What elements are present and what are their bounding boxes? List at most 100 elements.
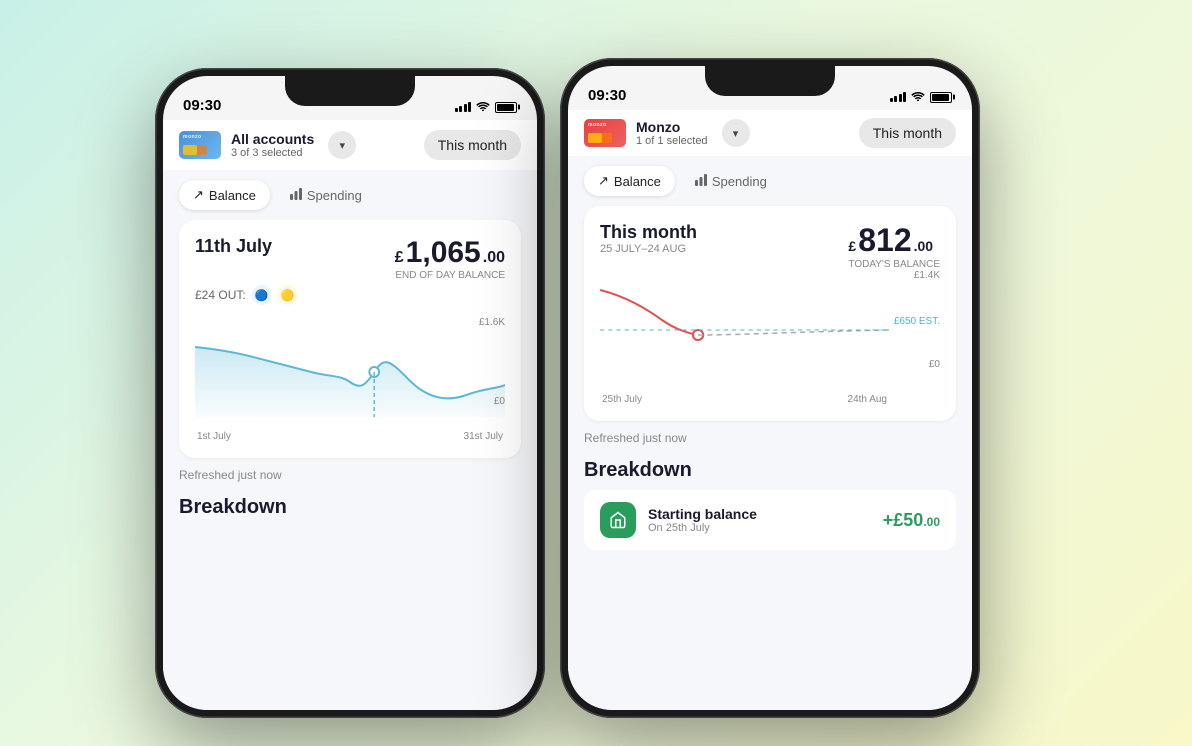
chart-card-front: This month 25 JULY–24 AUG £ 812 .00 TODA… [584,206,956,421]
chart-date-back: 11th July [195,236,272,257]
chart-date-text-back: 11th July [195,236,272,257]
bar4f [903,92,906,102]
bar3f [899,94,902,102]
bar1 [455,108,458,112]
tab-balance-front[interactable]: ↗ Balance [584,166,675,196]
breakdown-item-front[interactable]: Starting balance On 25th July +£50.00 [584,490,956,550]
breakdown-date-front: On 25th July [648,522,871,534]
chart-sub-text-back: £24 OUT: [195,288,246,302]
x-label-right-back: 31st July [464,431,503,442]
amount-dec-back: .00 [483,249,505,267]
account-left-front: Monzo 1 of 1 selected ▾ [584,119,750,147]
chart-amount-back: £ 1,065 .00 [395,236,505,270]
x-label-left-back: 1st July [197,431,231,442]
account-sub-back: 3 of 3 selected [231,147,314,159]
x-label-right-front: 24th Aug [848,394,887,405]
refresh-text-front: Refreshed just now [568,421,972,449]
chart-x-labels-back: 1st July 31st July [195,431,505,442]
breakdown-name-front: Starting balance [648,506,871,522]
emoji1-back: 🔵 [252,285,272,305]
x-label-left-front: 25th July [602,394,642,405]
phone-front-screen: 09:30 [568,66,972,710]
spending-icon-back [290,188,302,203]
chart-svg-wrap-front: £1.4K £650 EST. £0 [600,270,940,390]
account-info-front: Monzo 1 of 1 selected [636,119,708,147]
screen-content-front: Monzo 1 of 1 selected ▾ This month ↗ Bal… [568,110,972,710]
breakdown-title-back: Breakdown [163,486,537,519]
currency-back: £ [395,249,404,267]
bar4 [468,102,471,112]
time-filter-front[interactable]: This month [859,118,956,148]
status-time-front: 09:30 [588,87,626,104]
battery-back [495,102,517,113]
y-label-mid-front: £650 EST. [890,316,940,328]
spending-icon-front [695,174,707,189]
card-thumbnail-front [584,119,626,147]
chart-svg-back [195,317,505,417]
amount-main-back: 1,065 [406,236,481,270]
time-filter-back[interactable]: This month [424,130,521,160]
chart-x-labels-front: 25th July 24th Aug [600,394,889,405]
account-left-back: All accounts 3 of 3 selected ▾ [179,131,356,159]
status-icons-back [455,100,518,114]
tab-balance-label-front: Balance [614,174,661,189]
chevron-btn-front[interactable]: ▾ [722,119,750,147]
breakdown-icon-front [600,502,636,538]
screen-content-back: All accounts 3 of 3 selected ▾ This mont… [163,120,537,710]
battery-fill-back [497,104,514,111]
date-range-front: 25 JULY–24 AUG [600,243,697,255]
breakdown-amount-wrap-front: +£50.00 [883,510,940,531]
breakdown-main: 50 [903,510,923,530]
chart-title-col-front: This month 25 JULY–24 AUG [600,222,697,263]
amount-dec-front: .00 [914,238,933,254]
status-time-back: 09:30 [183,97,221,114]
y-label-bottom-back: £0 [494,396,505,407]
wifi-front [911,90,925,104]
tab-spending-front[interactable]: Spending [681,166,781,196]
scene: 09:30 [0,0,1192,746]
phone-back: 09:30 [155,68,545,718]
bar2f [894,96,897,102]
account-row-front[interactable]: Monzo 1 of 1 selected ▾ This month [568,110,972,156]
account-name-front: Monzo [636,119,708,135]
chevron-btn-back[interactable]: ▾ [328,131,356,159]
y-label-top-front: £1.4K [914,270,940,281]
currency-front: £ [848,238,856,254]
chart-header-back: 11th July £ 1,065 .00 END OF DAY BALANCE [195,236,505,281]
bar3 [464,104,467,112]
account-row-back[interactable]: All accounts 3 of 3 selected ▾ This mont… [163,120,537,170]
balance-icon-back: ↗ [193,187,204,203]
notch-back [285,76,415,106]
account-name-back: All accounts [231,131,314,147]
y-label-top-back: £1.6K [479,317,505,328]
chart-top-row-front: This month 25 JULY–24 AUG £ 812 .00 TODA… [600,222,940,270]
chart-svg-wrap-back: £1.6K £0 [195,317,505,427]
breakdown-dec: .00 [923,515,940,529]
status-icons-front [890,90,953,104]
bar2 [459,106,462,112]
phone-front: 09:30 [560,58,980,718]
phone-back-screen: 09:30 [163,76,537,710]
notch-front [705,66,835,96]
chart-card-back: 11th July £ 1,065 .00 END OF DAY BALANCE [179,220,521,458]
emoji2-back: 🟡 [278,285,298,305]
month-title-front: This month [600,222,697,243]
tab-spending-label-back: Spending [307,188,362,203]
amount-main-front: 812 [858,222,911,259]
chart-svg-front [600,270,889,370]
chart-sub-back: £24 OUT: 🔵 🟡 [195,285,505,305]
chart-amount-col-front: £ 812 .00 TODAY'S BALANCE [848,222,940,270]
breakdown-info-front: Starting balance On 25th July [648,506,871,534]
account-info-back: All accounts 3 of 3 selected [231,131,314,159]
refresh-text-back: Refreshed just now [163,458,537,486]
wifi-back [476,100,490,114]
battery-fill-front [932,94,949,101]
tab-spending-back[interactable]: Spending [276,180,376,210]
tab-balance-back[interactable]: ↗ Balance [179,180,270,210]
account-sub-front: 1 of 1 selected [636,135,708,147]
bar1f [890,98,893,102]
card-thumbnail-back [179,131,221,159]
y-label-bottom-front: £0 [929,359,940,370]
battery-front [930,92,952,103]
chart-amount-front: £ 812 .00 [848,222,940,259]
